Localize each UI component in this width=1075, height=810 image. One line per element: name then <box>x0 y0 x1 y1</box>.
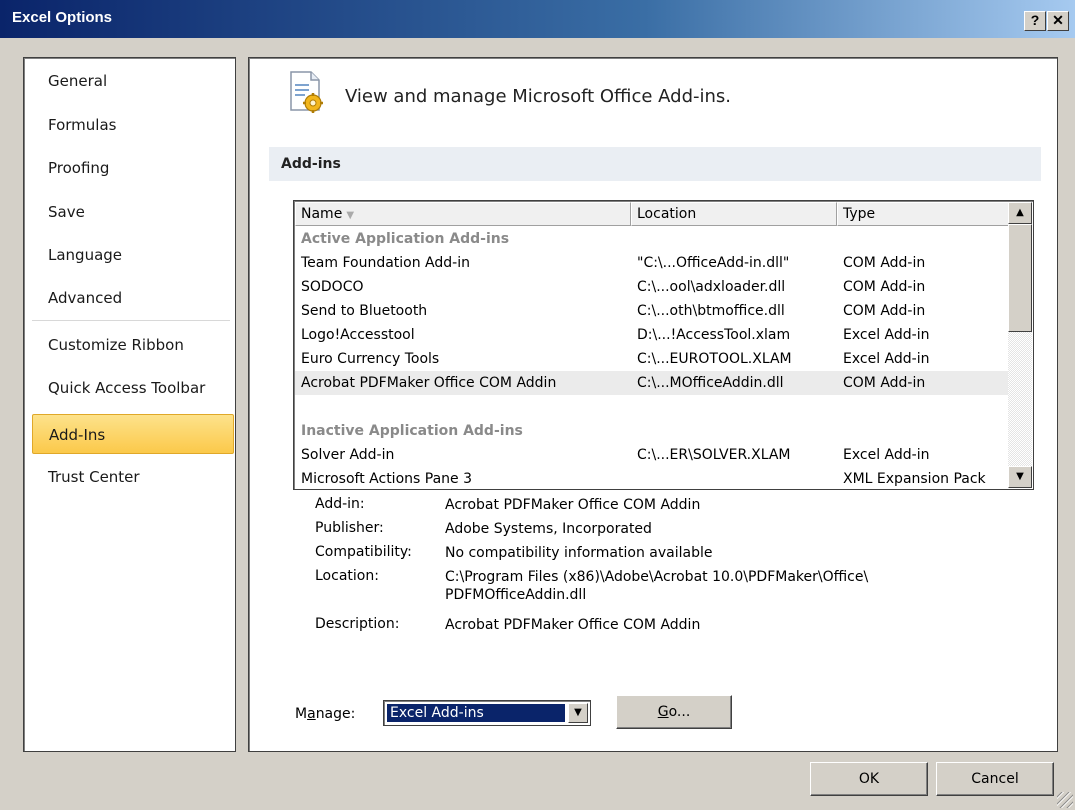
row-location: "C:\...OfficeAdd-in.dll" <box>637 255 790 271</box>
row-name: Microsoft Actions Pane 3 <box>301 471 472 487</box>
addins-gear-icon <box>290 71 323 113</box>
sidebar-divider <box>32 320 230 321</box>
resize-grip-icon[interactable] <box>1057 792 1073 808</box>
manage-label-accel: a <box>307 706 316 722</box>
row-location: C:\...MOfficeAddin.dll <box>637 375 784 391</box>
sidebar-item-save[interactable]: Save <box>32 192 234 232</box>
table-row[interactable]: Send to Bluetooth C:\...oth\btmoffice.dll… <box>295 299 1009 323</box>
detail-label: Location: <box>315 568 379 584</box>
table-row-selected[interactable]: Acrobat PDFMaker Office COM Addin C:\...M… <box>295 371 1009 395</box>
row-location: C:\...EUROTOOL.XLAM <box>637 351 792 367</box>
table-row[interactable]: Euro Currency Tools C:\...EUROTOOL.XLAM Ex… <box>295 347 1009 371</box>
help-button[interactable]: ? <box>1024 11 1046 31</box>
row-type: COM Add-in <box>843 303 926 319</box>
detail-value: Acrobat PDFMaker Office COM Addin <box>445 497 701 513</box>
row-name: Team Foundation Add-in <box>301 255 470 271</box>
row-location: D:\...!AccessTool.xlam <box>637 327 791 343</box>
row-name: Solver Add-in <box>301 447 395 463</box>
go-accel: G <box>657 704 669 720</box>
column-header-location[interactable]: Location <box>631 202 837 226</box>
close-button[interactable]: ✕ <box>1047 11 1069 31</box>
title-bar: Excel Options ? ✕ <box>0 0 1075 38</box>
detail-value: Acrobat PDFMaker Office COM Addin <box>445 617 701 633</box>
row-location: C:\...ER\SOLVER.XLAM <box>637 447 791 463</box>
detail-value: Adobe Systems, Incorporated <box>445 521 652 537</box>
table-row[interactable]: SODOCO C:\...ool\adxloader.dll COM Add-in <box>295 275 1009 299</box>
cancel-button[interactable]: Cancel <box>936 762 1054 796</box>
manage-label-pre: M <box>295 706 308 722</box>
manage-dropdown[interactable]: Excel Add-ins ▼ <box>383 700 591 726</box>
scroll-down-arrow-icon[interactable]: ▼ <box>1008 466 1032 488</box>
group-header-active: Active Application Add-ins <box>295 227 1009 251</box>
row-type: COM Add-in <box>843 255 926 271</box>
sidebar-item-advanced[interactable]: Advanced <box>32 278 234 318</box>
table-row[interactable]: Solver Add-in C:\...ER\SOLVER.XLAM Excel A… <box>295 443 1009 467</box>
list-header: Name ▼ Location Type <box>295 202 1009 226</box>
row-type: COM Add-in <box>843 375 926 391</box>
sidebar-item-customize-ribbon[interactable]: Customize Ribbon <box>32 325 234 365</box>
row-type: XML Expansion Pack <box>843 471 986 487</box>
scroll-up-arrow-icon[interactable]: ▲ <box>1008 202 1032 224</box>
scrollbar-thumb[interactable] <box>1008 224 1032 332</box>
sort-down-icon: ▼ <box>346 210 355 221</box>
divider <box>293 677 1041 678</box>
manage-label-post: nage: <box>315 706 356 722</box>
row-location: C:\...oth\btmoffice.dll <box>637 303 785 319</box>
row-name: SODOCO <box>301 279 364 295</box>
row-location: C:\...ool\adxloader.dll <box>637 279 786 295</box>
detail-value: C:\Program Files (x86)\Adobe\Acrobat 10.… <box>445 569 869 585</box>
sidebar-item-proofing[interactable]: Proofing <box>32 148 234 188</box>
sidebar-item-quick-access-toolbar[interactable]: Quick Access Toolbar <box>32 368 234 408</box>
sidebar-item-language[interactable]: Language <box>32 235 234 275</box>
column-name-label: Name <box>301 206 343 222</box>
table-row[interactable]: Team Foundation Add-in "C:\...OfficeAdd-i… <box>295 251 1009 275</box>
row-name: Logo!Accesstool <box>301 327 415 343</box>
detail-label: Add-in: <box>315 496 365 512</box>
page-heading: View and manage Microsoft Office Add-ins… <box>345 86 731 107</box>
row-type: Excel Add-in <box>843 327 930 343</box>
group-title: Active Application Add-ins <box>301 231 510 247</box>
table-row[interactable]: Logo!Accesstool D:\...!AccessTool.xlam Exc… <box>295 323 1009 347</box>
row-type: COM Add-in <box>843 279 926 295</box>
detail-value: PDFMOfficeAddin.dll <box>445 587 587 603</box>
vertical-scrollbar[interactable]: ▲ ▼ <box>1008 202 1032 488</box>
manage-dropdown-value: Excel Add-ins <box>386 703 566 723</box>
go-button[interactable]: Go... <box>616 695 732 729</box>
sidebar-item-general[interactable]: General <box>32 61 234 101</box>
sidebar: General Formulas Proofing Save Language … <box>23 57 236 752</box>
detail-label: Compatibility: <box>315 544 412 560</box>
detail-value: No compatibility information available <box>445 545 713 561</box>
group-title: Inactive Application Add-ins <box>301 423 523 439</box>
window-title: Excel Options <box>12 9 113 26</box>
row-name: Acrobat PDFMaker Office COM Addin <box>301 375 557 391</box>
manage-label: Manage: <box>295 706 355 722</box>
ok-button[interactable]: OK <box>810 762 928 796</box>
chevron-down-icon[interactable]: ▼ <box>568 703 588 723</box>
main-panel: View and manage Microsoft Office Add-ins… <box>248 57 1058 752</box>
detail-label: Description: <box>315 616 400 632</box>
sidebar-item-formulas[interactable]: Formulas <box>32 105 234 145</box>
addins-list[interactable]: Name ▼ Location Type Active Application A… <box>293 200 1034 490</box>
column-header-type[interactable]: Type <box>837 202 1009 226</box>
row-name: Send to Bluetooth <box>301 303 428 319</box>
detail-label: Publisher: <box>315 520 384 536</box>
group-header-inactive: Inactive Application Add-ins <box>295 419 1009 443</box>
row-type: Excel Add-in <box>843 351 930 367</box>
column-header-name[interactable]: Name ▼ <box>295 202 631 226</box>
table-row[interactable]: Microsoft Actions Pane 3 XML Expansion Pa… <box>295 467 1009 489</box>
row-name: Euro Currency Tools <box>301 351 440 367</box>
sidebar-item-trust-center[interactable]: Trust Center <box>32 457 234 497</box>
go-label: o... <box>668 704 691 720</box>
row-type: Excel Add-in <box>843 447 930 463</box>
section-title: Add-ins <box>269 147 1041 181</box>
sidebar-item-add-ins[interactable]: Add-Ins <box>32 414 234 454</box>
